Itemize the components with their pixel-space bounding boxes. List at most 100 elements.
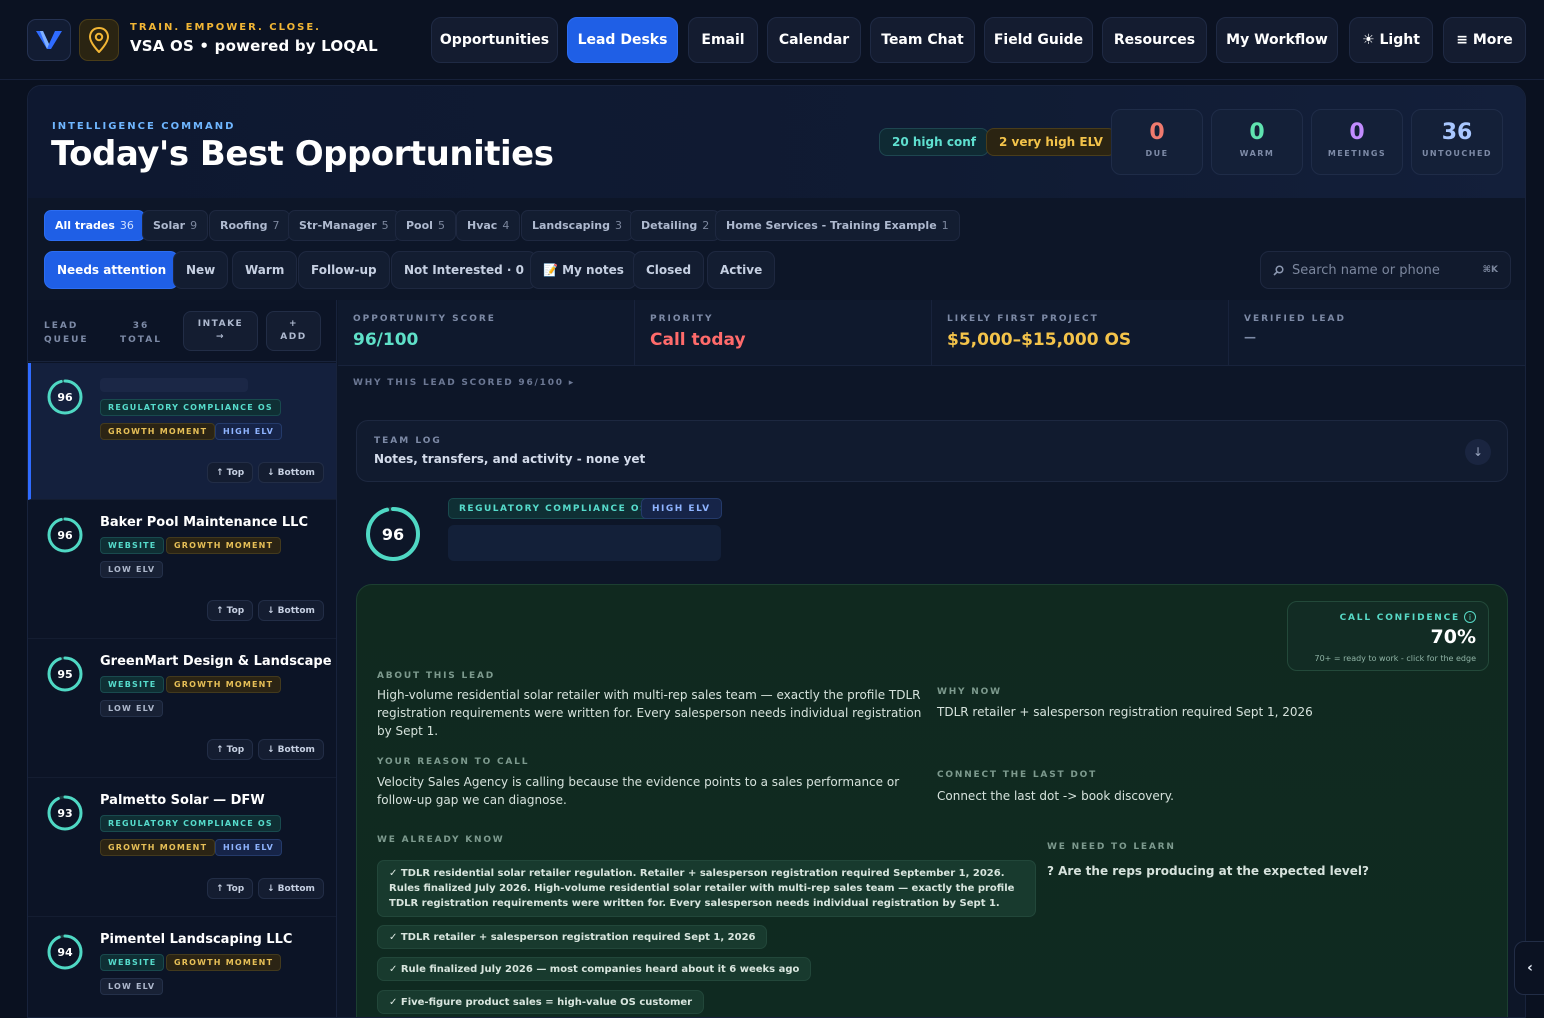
stat-untouched[interactable]: 36 UNTOUCHED — [1411, 109, 1503, 175]
theme-toggle-button[interactable]: ☀ Light — [1349, 17, 1433, 63]
filter-follow-up[interactable]: Follow-up — [298, 251, 390, 289]
move-top-button[interactable]: ↑ Top — [207, 878, 254, 899]
lead-item[interactable]: 96 REGULATORY COMPLIANCE OS GROWTH MOMEN… — [28, 363, 336, 500]
team-log[interactable]: TEAM LOG Notes, transfers, and activity … — [356, 420, 1508, 482]
lead-item[interactable]: 95 GreenMart Design & Landscape WEBSITE … — [28, 640, 336, 778]
brand-tagline: TRAIN. EMPOWER. CLOSE. — [130, 22, 321, 33]
trade-chip-all[interactable]: All trades 36 — [44, 210, 145, 241]
high-confidence-badge[interactable]: 20 high conf — [879, 128, 989, 156]
move-top-button[interactable]: ↑ Top — [207, 600, 254, 621]
stat-meetings[interactable]: 0 MEETINGS — [1311, 109, 1403, 175]
trade-chip-pool[interactable]: Pool 5 — [395, 210, 456, 241]
trade-chip-count: 2 — [702, 219, 710, 232]
brand-name: VSA OS • powered by LOQAL — [130, 37, 378, 55]
page-title: Today's Best Opportunities — [51, 134, 554, 174]
more-menu-button[interactable]: ≡ More — [1443, 17, 1526, 63]
search-placeholder: Search name or phone — [1292, 262, 1440, 278]
filter-closed[interactable]: Closed — [633, 251, 705, 289]
known-fact: ✓ Rule finalized July 2026 — most compan… — [377, 957, 812, 981]
add-lead-button[interactable]: + ADD — [266, 311, 321, 351]
lead-score-value: 96 — [57, 390, 73, 404]
score-explanation-toggle[interactable]: WHY THIS LEAD SCORED 96/100 ▸ — [353, 378, 575, 388]
lead-tag: GROWTH MOMENT — [166, 676, 282, 693]
filter-warm[interactable]: Warm — [232, 251, 298, 289]
reason-text: Velocity Sales Agency is calling because… — [377, 775, 900, 807]
trade-chip-label: All trades — [55, 219, 115, 232]
trade-chip-count: 1 — [941, 219, 949, 232]
known-fact: ✓ Five-figure product sales = high-value… — [377, 990, 705, 1014]
filter-new[interactable]: New — [173, 251, 229, 289]
trade-chip-str-manager[interactable]: Str-Manager 5 — [288, 210, 400, 241]
stat-untouched-label: UNTOUCHED — [1421, 149, 1493, 158]
move-bottom-button[interactable]: ↓ Bottom — [258, 878, 324, 899]
filter-needs-attention[interactable]: Needs attention — [44, 251, 180, 289]
info-icon[interactable]: i — [1464, 611, 1476, 623]
lead-item[interactable]: 94 Pimentel Landscaping LLC WEBSITE GROW… — [28, 918, 336, 1017]
lead-tag: HIGH ELV — [215, 423, 282, 440]
move-top-button[interactable]: ↑ Top — [207, 462, 254, 483]
nav-resources[interactable]: Resources — [1102, 17, 1207, 63]
nav-team-chat[interactable]: Team Chat — [870, 17, 975, 63]
lead-detail: OPPORTUNITY SCORE 96/100 PRIORITY Call t… — [338, 300, 1525, 1017]
queue-title: LEAD QUEUE — [44, 321, 89, 345]
trade-chip-count: 5 — [437, 219, 445, 232]
top-bar: TRAIN. EMPOWER. CLOSE. VSA OS • powered … — [0, 0, 1544, 80]
stat-warm-label: WARM — [1239, 149, 1275, 158]
call-confidence-panel[interactable]: CALL CONFIDENCE i 70% 70+ = ready to wor… — [1287, 601, 1489, 671]
queue-header: LEAD QUEUE 36 TOTAL INTAKE → + ADD — [28, 300, 336, 362]
nav-calendar[interactable]: Calendar — [767, 17, 861, 63]
lead-tag: GROWTH MOMENT — [100, 839, 216, 856]
stat-warm[interactable]: 0 WARM — [1211, 109, 1303, 175]
metric-label: LIKELY FIRST PROJECT — [947, 314, 1099, 324]
main-panel: INTELLIGENCE COMMAND Today's Best Opport… — [27, 85, 1526, 1018]
trade-chip-solar[interactable]: Solar 9 — [142, 210, 209, 241]
move-top-button[interactable]: ↑ Top — [207, 739, 254, 760]
nav-field-guide[interactable]: Field Guide — [984, 17, 1093, 63]
filter-not-interested[interactable]: Not Interested · 0 — [391, 251, 538, 289]
move-bottom-button[interactable]: ↓ Bottom — [258, 462, 324, 483]
move-bottom-button[interactable]: ↓ Bottom — [258, 739, 324, 760]
reason-label: YOUR REASON TO CALL — [377, 757, 530, 767]
arrow-down-icon[interactable]: ↓ — [1465, 439, 1491, 465]
lead-tag: REGULATORY COMPLIANCE OS — [100, 399, 281, 416]
trade-chip-count: 36 — [119, 219, 134, 232]
metric-value: Call today — [650, 330, 746, 350]
connect-text: Connect the last dot -> book discovery. — [937, 789, 1174, 803]
nav-my-workflow[interactable]: My Workflow — [1216, 17, 1338, 63]
intake-button[interactable]: INTAKE → — [183, 311, 258, 351]
filter-active[interactable]: Active — [707, 251, 776, 289]
trade-chip-home-services[interactable]: Home Services - Training Example 1 — [715, 210, 960, 241]
very-high-elv-badge[interactable]: 2 very high ELV — [986, 128, 1116, 156]
lead-queue: LEAD QUEUE 36 TOTAL INTAKE → + ADD 96 REGULA… — [28, 300, 337, 1017]
why-now-text: TDLR retailer + salesperson registration… — [937, 705, 1313, 719]
trade-chip-roofing[interactable]: Roofing 7 — [209, 210, 291, 241]
trade-chip-count: 3 — [614, 219, 622, 232]
trade-chip-label: Detailing — [641, 219, 698, 232]
metric-value: 96/100 — [353, 330, 419, 350]
trade-chip-landscaping[interactable]: Landscaping 3 — [521, 210, 633, 241]
filter-my-notes[interactable]: 📝 My notes — [530, 251, 637, 289]
confidence-value: 70% — [1430, 626, 1476, 648]
stat-due[interactable]: 0 DUE — [1111, 109, 1203, 175]
stat-due-label: DUE — [1145, 149, 1169, 158]
detail-tag: HIGH ELV — [641, 498, 722, 519]
trade-chip-detailing[interactable]: Detailing 2 — [630, 210, 721, 241]
lead-score-value: 96 — [57, 528, 73, 542]
trade-chip-count: 5 — [381, 219, 389, 232]
nav-lead-desks[interactable]: Lead Desks — [567, 17, 678, 63]
nav-opportunities[interactable]: Opportunities — [431, 17, 558, 63]
side-panel-toggle[interactable]: ‹ — [1514, 941, 1544, 995]
nav-email[interactable]: Email — [688, 17, 758, 63]
lead-item[interactable]: 93 Palmetto Solar — DFW REGULATORY COMPL… — [28, 779, 336, 917]
about-label: ABOUT THIS LEAD — [377, 671, 496, 681]
search-input[interactable]: Search name or phone ⌘K — [1260, 251, 1511, 289]
metric-opportunity-score: OPPORTUNITY SCORE 96/100 — [338, 300, 635, 366]
location-pin-icon[interactable] — [79, 19, 119, 61]
lead-item[interactable]: 96 Baker Pool Maintenance LLC WEBSITE GR… — [28, 501, 336, 639]
move-bottom-button[interactable]: ↓ Bottom — [258, 600, 324, 621]
lead-name: Palmetto Solar — DFW — [100, 793, 265, 808]
queue-total: 36 TOTAL — [120, 321, 162, 345]
trade-chip-hvac[interactable]: Hvac 4 — [456, 210, 521, 241]
trade-chip-count: 4 — [502, 219, 510, 232]
vsa-logo-icon[interactable] — [27, 19, 71, 61]
